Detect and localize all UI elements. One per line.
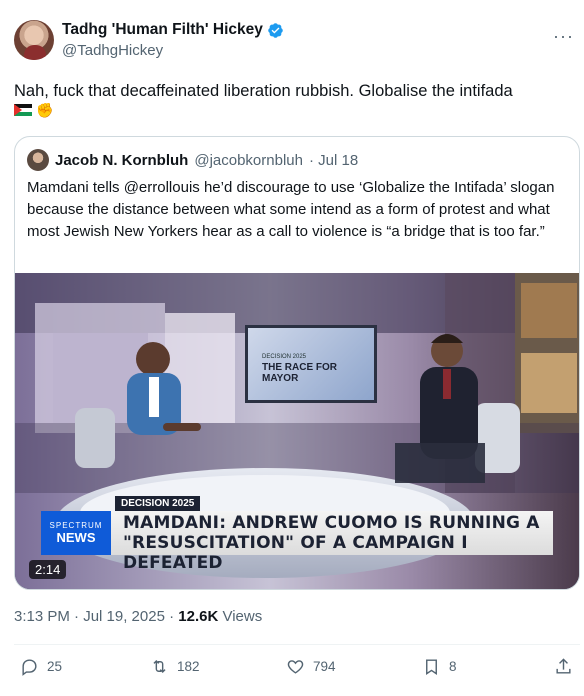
author-handle[interactable]: @TadhgHickey [62,42,163,59]
tweet-meta: 3:13 PM · Jul 19, 2025 · 12.6K Views [14,608,262,625]
bookmark-count: 8 [449,659,457,674]
heart-icon [287,660,304,674]
more-options-icon[interactable]: ··· [553,26,574,47]
quote-author-avatar [27,149,49,171]
tweet-timestamp[interactable]: 3:13 PM · Jul 19, 2025 · [14,608,174,625]
author-avatar[interactable] [14,20,54,60]
quote-header: Jacob N. Kornbluh @jacobkornbluh · Jul 1… [27,149,358,171]
lower-third-bar: SPECTRUM NEWS MAMDANI: ANDREW CUOMO IS R… [41,511,553,573]
bookmark-button[interactable]: 8 [422,657,457,676]
views-label: Views [222,608,263,625]
tweet-header: Tadhg 'Human Filth' Hickey @TadhgHickey … [14,18,574,64]
palestine-flag-icon [14,104,32,116]
raised-fist-icon: ✊ [36,102,54,118]
headline-line-1: MAMDANI: ANDREW CUOMO IS RUNNING A [123,513,540,533]
studio-screen-title: THE RACE FOR MAYOR [262,362,337,384]
author-name[interactable]: Tadhg 'Human Filth' Hickey [62,21,263,39]
author-name-line[interactable]: Tadhg 'Human Filth' Hickey [62,21,284,39]
views-count: 12.6K [178,608,219,625]
action-bar: 25 182 794 8 [14,654,580,682]
like-count: 794 [313,659,336,674]
verified-badge-icon [268,22,283,38]
video-player[interactable]: DECISION 2025 THE RACE FOR MAYOR DECISIO… [15,273,579,589]
quote-author-handle: @jacobkornbluh [194,151,303,169]
quote-text: Mamdani tells @errollouis he’d discourag… [27,179,555,240]
lower-third-tag: DECISION 2025 [115,496,201,511]
logo-top: SPECTRUM [49,521,103,530]
repost-count: 182 [177,659,200,674]
headline-line-2: "RESUSCITATION" OF A CAMPAIGN I DEFEATED [123,533,468,573]
bookmark-icon [426,659,437,675]
reply-icon [22,659,37,676]
share-button[interactable] [554,657,573,676]
tweet-text: Nah, fuck that decaffeinated liberation … [14,82,513,100]
video-duration: 2:14 [29,560,67,579]
lower-third-headline: MAMDANI: ANDREW CUOMO IS RUNNING A "RESU… [123,513,553,573]
repost-button[interactable]: 182 [150,657,200,676]
quote-date: · Jul 18 [308,151,359,169]
divider [14,644,580,645]
quote-author-name: Jacob N. Kornbluh [55,151,189,169]
share-icon [556,658,571,674]
reply-button[interactable]: 25 [20,657,62,676]
reply-count: 25 [47,659,63,674]
logo-bottom: NEWS [56,530,96,545]
quoted-tweet[interactable]: Jacob N. Kornbluh @jacobkornbluh · Jul 1… [14,136,580,590]
spectrum-news-logo: SPECTRUM NEWS [41,511,111,555]
tweet-emojis: ✊ [14,103,53,117]
studio-screen: DECISION 2025 THE RACE FOR MAYOR [245,325,377,403]
repost-icon [153,659,166,674]
studio-screen-small: DECISION 2025 [262,354,307,360]
like-button[interactable]: 794 [286,657,336,676]
